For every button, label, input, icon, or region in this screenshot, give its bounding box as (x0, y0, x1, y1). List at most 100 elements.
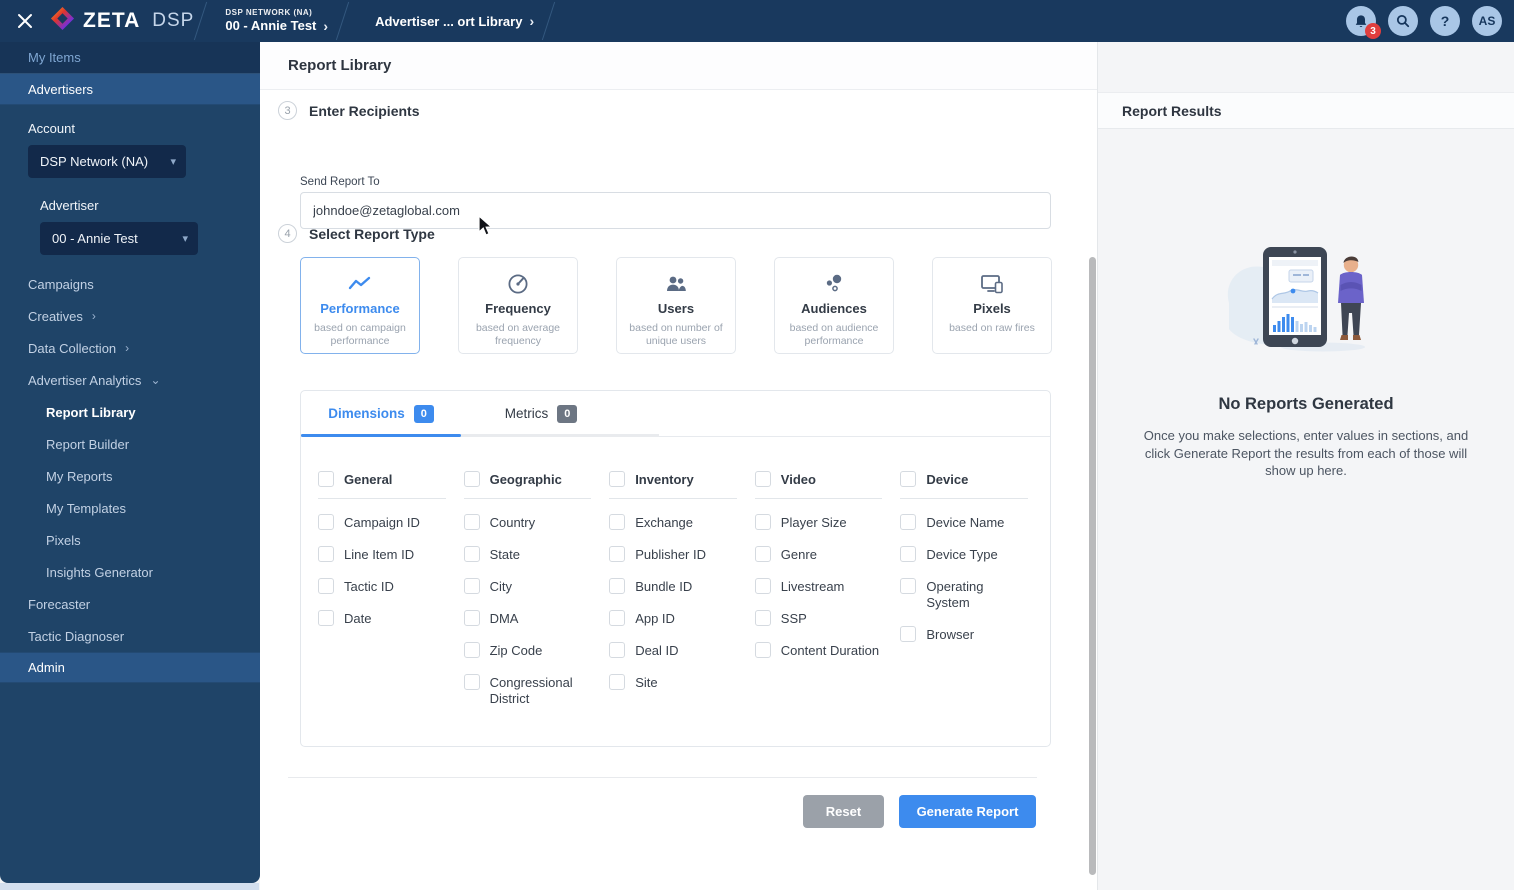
checkbox[interactable] (900, 626, 917, 642)
close-icon[interactable] (14, 10, 36, 32)
checkbox[interactable] (463, 610, 480, 626)
dimension-state[interactable]: State (463, 546, 602, 563)
breadcrumb-account[interactable]: DSP NETWORK (NA) 00 - Annie Test › (225, 8, 328, 33)
generate-report-button[interactable]: Generate Report (899, 795, 1036, 828)
dimension-player-size[interactable]: Player Size (754, 514, 893, 531)
dimension-publisher-id[interactable]: Publisher ID (609, 546, 747, 563)
dimension-device-name[interactable]: Device Name (900, 514, 1038, 531)
advertiser-select[interactable]: 00 - Annie Test ▾ (40, 222, 198, 255)
checkbox[interactable] (900, 471, 917, 487)
sidebar-item-report-library[interactable]: Report Library (0, 396, 260, 428)
dimension-device-type[interactable]: Device Type (900, 546, 1038, 563)
dimension-line-item-id[interactable]: Line Item ID (318, 546, 456, 563)
zeta-dsp-logo[interactable]: ZETA DSP (50, 6, 194, 36)
sidebar-section-advertisers[interactable]: Advertisers (0, 74, 260, 105)
checkbox[interactable] (609, 578, 626, 594)
group-checkbox-device[interactable]: Device (900, 471, 1038, 487)
sidebar-item-creatives[interactable]: Creatives › (0, 300, 260, 332)
checkbox[interactable] (318, 610, 334, 626)
dimension-zip-code[interactable]: Zip Code (463, 642, 602, 659)
checkbox[interactable] (754, 642, 771, 658)
tab-active-underline (301, 434, 461, 437)
report-type-card-users[interactable]: Users based on number of unique users (616, 257, 736, 354)
report-type-card-pixels[interactable]: Pixels based on raw fires (932, 257, 1052, 354)
dimension-ssp[interactable]: SSP (754, 610, 893, 627)
user-avatar[interactable]: AS (1472, 6, 1502, 36)
checkbox[interactable] (318, 546, 334, 562)
sidebar-item-advertiser-analytics[interactable]: Advertiser Analytics ⌄ (0, 364, 260, 396)
vertical-scrollbar[interactable] (1089, 257, 1096, 875)
dimension-content-duration[interactable]: Content Duration (754, 642, 893, 659)
pixels-card-title: Pixels (973, 301, 1011, 316)
report-type-card-performance[interactable]: Performance based on campaign performanc… (300, 257, 420, 354)
sidebar-item-insights-generator[interactable]: Insights Generator (0, 556, 260, 588)
checkbox[interactable] (900, 514, 917, 530)
group-checkbox-geographic[interactable]: Geographic (463, 471, 602, 487)
checkbox[interactable] (609, 642, 626, 658)
sidebar-item-forecaster[interactable]: Forecaster (0, 588, 260, 620)
checkbox[interactable] (463, 514, 480, 530)
checkbox[interactable] (754, 514, 771, 530)
account-select[interactable]: DSP Network (NA) ▾ (28, 145, 186, 178)
checkbox[interactable] (900, 546, 917, 562)
dimension-bundle-id[interactable]: Bundle ID (609, 578, 747, 595)
sidebar-item-pixels[interactable]: Pixels (0, 524, 260, 556)
dimension-tactic-id[interactable]: Tactic ID (318, 578, 456, 595)
checkbox[interactable] (463, 546, 480, 562)
dimension-genre[interactable]: Genre (754, 546, 893, 563)
checkbox[interactable] (318, 578, 334, 594)
sidebar-item-tactic-diagnoser[interactable]: Tactic Diagnoser (0, 620, 260, 652)
checkbox[interactable] (609, 674, 626, 690)
dimension-deal-id[interactable]: Deal ID (609, 642, 747, 659)
checkbox[interactable] (318, 471, 334, 487)
checkbox[interactable] (754, 546, 771, 562)
sidebar-item-data-collection[interactable]: Data Collection › (0, 332, 260, 364)
dimension-country[interactable]: Country (463, 514, 602, 531)
dimension-app-id[interactable]: App ID (609, 610, 747, 627)
reset-button[interactable]: Reset (803, 795, 884, 828)
dimension-browser[interactable]: Browser (900, 626, 1038, 643)
tab-metrics[interactable]: Metrics 0 (461, 391, 621, 436)
checkbox[interactable] (463, 674, 480, 690)
dimension-congressional-district[interactable]: Congressional District (463, 674, 602, 707)
gauge-icon (507, 273, 529, 295)
checkbox[interactable] (609, 546, 626, 562)
sidebar-item-my-items[interactable]: My Items (0, 42, 260, 74)
dimension-exchange[interactable]: Exchange (609, 514, 747, 531)
checkbox[interactable] (754, 578, 771, 594)
dimension-dma[interactable]: DMA (463, 610, 602, 627)
sidebar-item-my-templates[interactable]: My Templates (0, 492, 260, 524)
group-checkbox-general[interactable]: General (318, 471, 456, 487)
report-type-card-frequency[interactable]: Frequency based on average frequency (458, 257, 578, 354)
group-checkbox-video[interactable]: Video (754, 471, 893, 487)
tab-dimensions[interactable]: Dimensions 0 (301, 391, 461, 436)
checkbox[interactable] (754, 610, 771, 626)
breadcrumb-page[interactable]: Advertiser ... ort Library › (375, 14, 534, 29)
dimension-date[interactable]: Date (318, 610, 456, 627)
checkbox[interactable] (463, 642, 480, 658)
checkbox[interactable] (609, 514, 626, 530)
help-button[interactable]: ? (1430, 6, 1460, 36)
sidebar-item-my-reports[interactable]: My Reports (0, 460, 260, 492)
sidebar-section-admin[interactable]: Admin (0, 652, 260, 683)
dimension-campaign-id[interactable]: Campaign ID (318, 514, 456, 531)
sidebar-bottom-scrollbar[interactable] (0, 883, 259, 890)
checkbox[interactable] (463, 471, 480, 487)
dimension-livestream[interactable]: Livestream (754, 578, 893, 595)
dimension-operating-system[interactable]: Operating System (900, 578, 1038, 611)
checkbox[interactable] (463, 578, 480, 594)
sidebar-item-report-builder[interactable]: Report Builder (0, 428, 260, 460)
search-button[interactable] (1388, 6, 1418, 36)
checkbox[interactable] (754, 471, 771, 487)
sidebar-item-campaigns[interactable]: Campaigns (0, 268, 260, 300)
report-type-card-audiences[interactable]: Audiences based on audience performance (774, 257, 894, 354)
checkbox[interactable] (609, 610, 626, 626)
dimension-site[interactable]: Site (609, 674, 747, 691)
checkbox[interactable] (609, 471, 626, 487)
checkbox[interactable] (318, 514, 334, 530)
chevron-right-icon: › (91, 309, 96, 323)
checkbox[interactable] (900, 578, 917, 594)
dimension-city[interactable]: City (463, 578, 602, 595)
notifications-button[interactable]: 3 (1346, 6, 1381, 39)
group-checkbox-inventory[interactable]: Inventory (609, 471, 747, 487)
